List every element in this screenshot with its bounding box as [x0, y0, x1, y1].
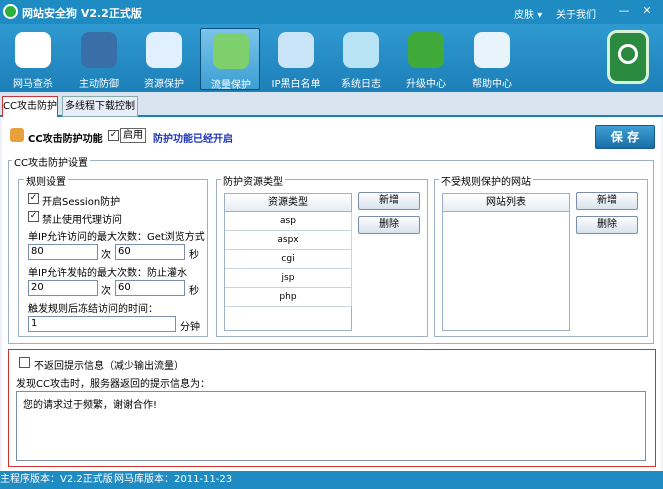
- toolbar-label: 系统日志: [341, 79, 381, 90]
- resource-shield-icon: [146, 32, 182, 68]
- count-unit: 次: [101, 250, 111, 261]
- status-bar: 主程序版本：V2.2正式版 网马库版本：2011-11-23: [0, 471, 663, 489]
- traffic-shield-icon: [213, 33, 249, 69]
- list-item[interactable]: asp: [225, 212, 352, 231]
- minute-unit: 分钟: [180, 322, 200, 333]
- toolbar-label: 网马查杀: [13, 79, 53, 90]
- app-window: 网站安全狗 V2.2正式版 皮肤 ▾ 关于我们 — ✕ 网马查杀 主动防御 资源…: [0, 0, 663, 489]
- toolbar-label: 资源保护: [144, 79, 184, 90]
- list-item[interactable]: aspx: [225, 231, 352, 250]
- skin-menu[interactable]: 皮肤 ▾: [514, 6, 542, 21]
- tab-bar: CC攻击防护 多线程下载控制: [0, 92, 663, 117]
- max-post-count-input[interactable]: 20: [28, 280, 98, 296]
- prompt-label: 发现CC攻击时，服务器返回的提示信息为：: [16, 379, 210, 390]
- system-log-icon: [343, 32, 379, 68]
- list-item[interactable]: jsp: [225, 269, 352, 288]
- count-unit: 次: [101, 286, 111, 297]
- title-bar[interactable]: 网站安全狗 V2.2正式版 皮肤 ▾ 关于我们 — ✕: [0, 0, 663, 24]
- skin-menu-label: 皮肤: [514, 10, 534, 21]
- cc-protection-panel: CC攻击防护功能 ✓ 启用 防护功能已经开启 保 存 CC攻击防护设置 规则设置…: [2, 117, 661, 471]
- list-item[interactable]: cgi: [225, 250, 352, 269]
- close-button[interactable]: ✕: [640, 5, 654, 18]
- whitelist-list[interactable]: 网站列表: [442, 193, 570, 331]
- seconds-unit: 秒: [189, 250, 199, 261]
- session-label: 开启Session防护: [42, 197, 121, 208]
- max-access-label: 单IP允许访问的最大次数：Get浏览方式: [28, 232, 205, 243]
- app-logo-icon: [3, 4, 18, 19]
- toolbar-label: IP黑白名单: [271, 79, 321, 90]
- minimize-button[interactable]: —: [617, 5, 631, 18]
- proxy-checkbox[interactable]: ✓: [28, 211, 39, 222]
- max-access-count-input[interactable]: 80: [28, 244, 98, 260]
- whitelist-list-header: 网站列表: [443, 194, 569, 212]
- db-version: 网马库版本：2011-11-23: [114, 474, 233, 485]
- monitor-defense-icon: [81, 32, 117, 68]
- resource-list-header: 资源类型: [225, 194, 351, 212]
- enable-checkbox[interactable]: ✓: [108, 130, 119, 141]
- toolbar-traffic-protection[interactable]: 流量保护: [200, 28, 260, 91]
- trojan-scan-icon: [15, 32, 51, 68]
- toolbar-help-center[interactable]: 帮助中心: [462, 28, 522, 90]
- rules-group-label: 规则设置: [24, 173, 68, 188]
- save-button[interactable]: 保 存: [595, 125, 655, 149]
- toolbar-active-defense[interactable]: 主动防御: [69, 28, 129, 90]
- seconds-unit: 秒: [189, 286, 199, 297]
- ip-list-icon: [278, 32, 314, 68]
- session-checkbox[interactable]: ✓: [28, 193, 39, 204]
- freeze-label: 触发规则后冻结访问的时间：: [28, 304, 158, 315]
- enable-label: 启用: [120, 128, 146, 143]
- proxy-label: 禁止使用代理访问: [42, 215, 122, 226]
- toolbar-label: 流量保护: [211, 80, 251, 91]
- toolbar-upgrade-center[interactable]: 升级中心: [396, 28, 456, 90]
- delete-resource-button[interactable]: 删除: [358, 216, 420, 234]
- prompt-message-textarea[interactable]: 您的请求过于频繁，谢谢合作!: [16, 391, 646, 461]
- toolbar-trojan-scan[interactable]: 网马查杀: [3, 28, 63, 90]
- freeze-time-input[interactable]: 1: [28, 316, 176, 332]
- main-toolbar: 网马查杀 主动防御 资源保护 流量保护 IP黑白名单 系统日志 升级中心 帮助中…: [0, 24, 663, 92]
- add-site-button[interactable]: 新增: [576, 192, 638, 210]
- chevron-down-icon: ▾: [537, 10, 543, 21]
- delete-site-button[interactable]: 删除: [576, 216, 638, 234]
- resource-type-list[interactable]: 资源类型 asp aspx cgi jsp php: [224, 193, 352, 331]
- settings-group-label: CC攻击防护设置: [12, 154, 90, 169]
- no-return-checkbox[interactable]: [19, 357, 30, 368]
- toolbar-resource-protection[interactable]: 资源保护: [134, 28, 194, 90]
- toolbar-ip-list[interactable]: IP黑白名单: [266, 28, 326, 90]
- brand-e-icon: [618, 44, 638, 64]
- toolbar-label: 主动防御: [79, 79, 119, 90]
- feature-warning-icon: [10, 128, 24, 142]
- toolbar-label: 升级中心: [406, 79, 446, 90]
- feature-label: CC攻击防护功能: [28, 134, 103, 145]
- max-post-label: 单IP允许发帖的最大次数：防止灌水: [28, 268, 187, 279]
- status-text: 防护功能已经开启: [153, 134, 233, 145]
- tab-cc-protection[interactable]: CC攻击防护: [2, 96, 58, 117]
- no-return-label: 不返回提示信息（减少输出流量）: [34, 361, 184, 372]
- whitelist-group-label: 不受规则保护的网站: [439, 173, 533, 188]
- brand-shield-icon: [607, 30, 649, 84]
- list-item[interactable]: php: [225, 288, 352, 307]
- max-post-seconds-input[interactable]: 60: [115, 280, 185, 296]
- resources-group-label: 防护资源类型: [221, 173, 285, 188]
- toolbar-label: 帮助中心: [472, 79, 512, 90]
- window-title: 网站安全狗 V2.2正式版: [22, 7, 142, 20]
- add-resource-button[interactable]: 新增: [358, 192, 420, 210]
- about-menu[interactable]: 关于我们: [556, 6, 596, 21]
- program-version: 主程序版本：V2.2正式版: [0, 474, 113, 485]
- help-icon: [474, 32, 510, 68]
- max-access-seconds-input[interactable]: 60: [115, 244, 185, 260]
- upgrade-icon: [408, 32, 444, 68]
- tab-download-control[interactable]: 多线程下载控制: [62, 96, 138, 117]
- toolbar-system-log[interactable]: 系统日志: [331, 28, 391, 90]
